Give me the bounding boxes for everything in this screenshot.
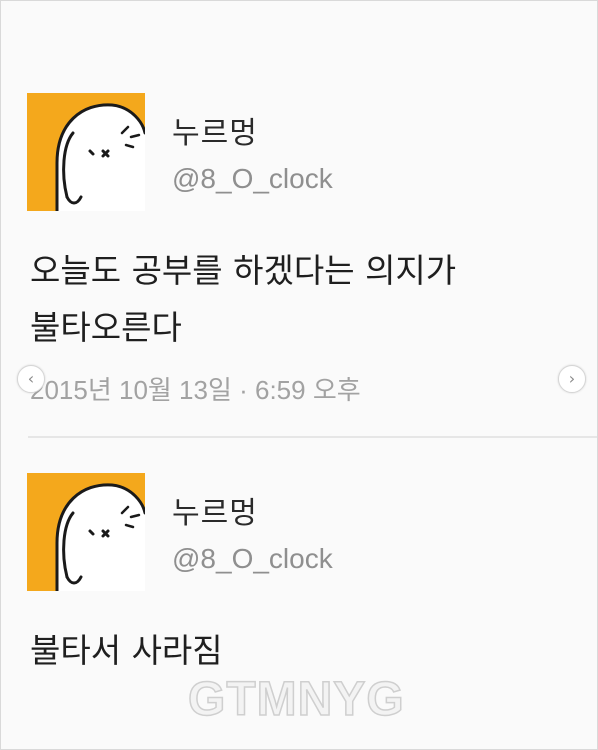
carousel-next-button[interactable]: ›	[558, 365, 586, 393]
avatar[interactable]	[27, 93, 145, 211]
dog-illustration-icon	[27, 93, 145, 211]
divider	[28, 436, 598, 438]
user-name[interactable]: 누르멍	[172, 108, 258, 152]
user-handle[interactable]: @8_O_clock	[172, 543, 333, 575]
avatar[interactable]	[27, 473, 145, 591]
watermark: GTMNYG	[187, 672, 405, 727]
carousel-prev-button[interactable]: ‹	[17, 365, 45, 393]
tweet-timestamp[interactable]: 2015년 10월 13일 · 6:59 오후	[30, 370, 361, 407]
tweet-text: 오늘도 공부를 하겠다는 의지가 불타오른다	[30, 251, 457, 347]
user-name[interactable]: 누르멍	[172, 488, 258, 532]
chevron-right-icon: ›	[568, 369, 576, 388]
post-image: 누르멍 @8_O_clock 오늘도 공부를 하겠다는 의지가 불타오른다 20…	[0, 0, 598, 750]
tweet-text: 불타서 사라짐	[30, 631, 223, 670]
chevron-left-icon: ‹	[27, 369, 35, 388]
user-handle[interactable]: @8_O_clock	[172, 163, 333, 195]
dog-illustration-icon	[27, 473, 145, 591]
